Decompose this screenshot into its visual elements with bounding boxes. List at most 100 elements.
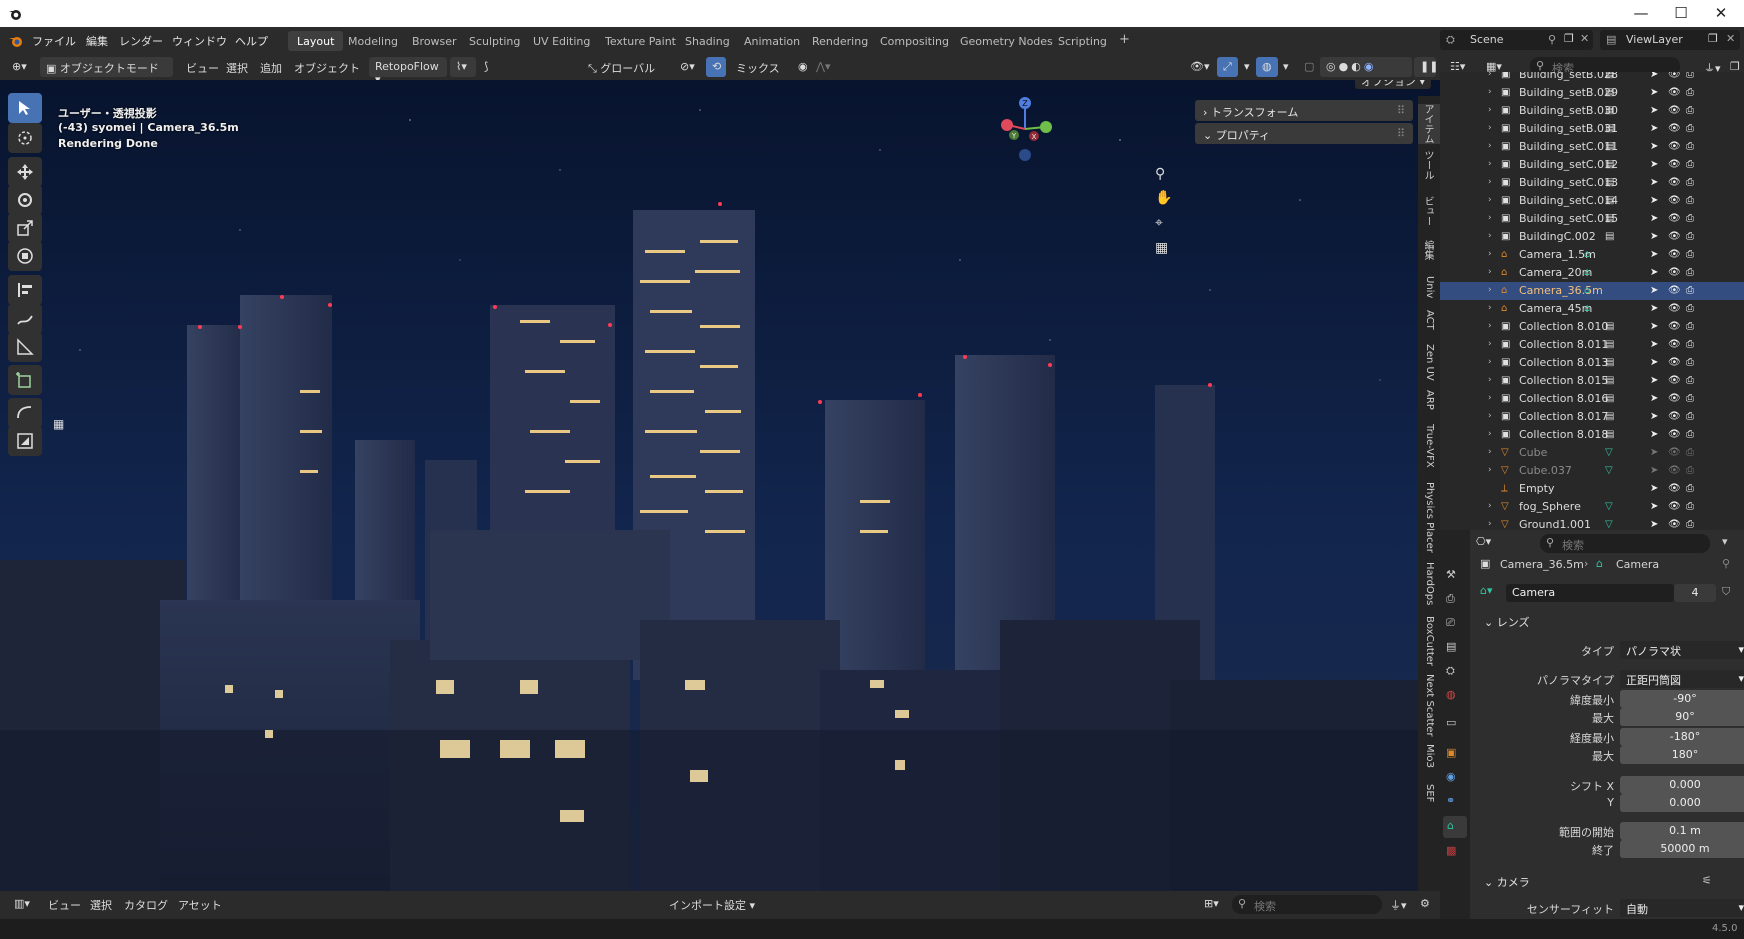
render-camera-icon[interactable]: ⎙ [1686,501,1698,513]
retopoflow-dropdown[interactable]: RetopoFlow ▾ [369,57,447,86]
visibility-icon[interactable]: 👁▾ [1184,57,1216,77]
outliner-row[interactable]: › ▣ BuildingC.002 ▤ ➤ 👁 ⎙ [1440,228,1744,246]
collection-tab-icon[interactable]: ▭ [1446,716,1456,729]
selectable-arrow-icon[interactable]: ➤ [1650,87,1662,99]
asset-menu-catalog[interactable]: カタログ [118,894,174,914]
tab-texture-paint[interactable]: Texture Paint [596,31,685,51]
longitude-max-field[interactable]: 180° [1620,746,1744,764]
render-camera-icon[interactable]: ⎙ [1686,447,1698,459]
fake-user-shield-icon[interactable]: ⛉ [1722,585,1730,599]
eye-visibility-icon[interactable]: 👁 [1668,465,1681,477]
expand-arrow-icon[interactable]: › [1488,72,1492,79]
render-camera-icon[interactable]: ⎙ [1686,303,1698,315]
eye-visibility-icon[interactable]: 👁 [1668,339,1681,351]
eye-visibility-icon[interactable]: 👁 [1668,159,1681,171]
add-workspace-icon[interactable]: + [1110,31,1139,51]
new-viewlayer-icon[interactable]: ❐ [1708,32,1718,45]
expand-arrow-icon[interactable]: › [1488,429,1492,439]
outliner-row[interactable]: › ⌂ Camera_20m ⌂ ➤ 👁 ⎙ [1440,264,1744,282]
eye-visibility-icon[interactable]: 👁 [1668,447,1681,459]
output-tab-icon[interactable]: ⎚ [1446,616,1455,630]
eye-visibility-icon[interactable]: 👁 [1668,483,1681,495]
render-camera-icon[interactable]: ⎙ [1686,177,1698,189]
tab-rendering[interactable]: Rendering [803,31,877,51]
latitude-min-field[interactable]: -90° [1620,690,1744,708]
delete-viewlayer-icon[interactable]: ✕ [1726,32,1735,45]
properties-search-field[interactable]: ⚲ 検索 [1540,534,1710,553]
overlay-dropdown-icon[interactable]: ▾ [1277,57,1295,77]
scene-tab-icon[interactable]: ⛭ [1446,664,1455,678]
expand-arrow-icon[interactable]: › [1488,177,1492,187]
rotate-tool[interactable] [8,185,42,215]
selectable-arrow-icon[interactable]: ➤ [1650,519,1662,530]
outliner-row[interactable]: › ⌂ Camera_1.5m ⌂ ➤ 👁 ⎙ [1440,246,1744,264]
expand-arrow-icon[interactable]: › [1488,501,1492,511]
eye-visibility-icon[interactable]: 👁 [1668,141,1681,153]
tab-uv-editing[interactable]: UV Editing [524,31,599,51]
expand-arrow-icon[interactable]: › [1488,87,1492,97]
outliner-row[interactable]: › ▽ Cube ▽ ➤ 👁 ⎙ [1440,444,1744,462]
render-camera-icon[interactable]: ⎙ [1686,519,1698,530]
viewlayer-selector[interactable]: ▤ ViewLayer ❐ ✕ [1600,30,1740,50]
menu-view[interactable]: ビュー [180,57,225,77]
add-cube-tool[interactable] [8,365,42,395]
eye-visibility-icon[interactable]: 👁 [1668,105,1681,117]
cursor-tool[interactable] [8,123,42,153]
expand-arrow-icon[interactable]: › [1488,267,1492,277]
boxcutter-tool[interactable] [8,426,42,456]
rendered-shading-icon[interactable]: ◉ [1364,60,1377,73]
outliner-row[interactable]: › ▽ fog_Sphere ▽ ➤ 👁 ⎙ [1440,498,1744,516]
sidebar-tab[interactable]: アイテム [1418,104,1440,144]
eye-visibility-icon[interactable]: 👁 [1668,249,1681,261]
select-tool[interactable] [8,93,42,123]
pin-icon[interactable]: ⚲ [1548,33,1556,46]
eye-visibility-icon[interactable]: 👁 [1668,429,1681,441]
outliner-row[interactable]: › ▣ Building_setB.028 ▤ ➤ 👁 ⎙ [1440,72,1744,84]
filter-icon[interactable]: ⏚▾ [1384,894,1413,914]
navigation-gizmo-icon[interactable]: Z X Y [990,94,1060,164]
outliner-row[interactable]: › ▣ Collection 8.010 ▤ ➤ 👁 ⎙ [1440,318,1744,336]
camera-presets-icon[interactable]: ⚟ [1702,874,1712,887]
outliner-row[interactable]: › ▣ Building_setB.030 ▤ ➤ 👁 ⎙ [1440,102,1744,120]
selectable-arrow-icon[interactable]: ➤ [1650,447,1662,459]
menu-render[interactable]: レンダー [119,33,163,49]
expand-arrow-icon[interactable]: › [1488,213,1492,223]
sidebar-tab[interactable]: MioЗ [1418,744,1440,778]
menu-object[interactable]: オブジェクト [288,57,366,77]
latitude-max-field[interactable]: 90° [1620,708,1744,726]
outliner-row[interactable]: › ▽ Ground1.001 ▽ ➤ 👁 ⎙ [1440,516,1744,530]
eye-visibility-icon[interactable]: 👁 [1668,87,1681,99]
render-camera-icon[interactable]: ⎙ [1686,72,1698,81]
properties-options-icon[interactable]: ▾ [1722,535,1728,548]
import-settings-dropdown[interactable]: インポート設定 ▾ [663,894,761,914]
blender-menu-icon[interactable] [8,33,24,49]
render-camera-icon[interactable]: ⎙ [1686,339,1698,351]
sidebar-tab[interactable]: Univ [1418,276,1440,304]
render-camera-icon[interactable]: ⎙ [1686,393,1698,405]
outliner-row[interactable]: › ▣ Collection 8.016 ▤ ➤ 👁 ⎙ [1440,390,1744,408]
falloff-icon[interactable]: ⋀▾ [810,57,837,77]
expand-arrow-icon[interactable]: › [1488,339,1492,349]
asset-search-field[interactable]: ⚲ 検索 [1232,895,1382,914]
selectable-arrow-icon[interactable]: ➤ [1650,249,1662,261]
curve-tool[interactable] [8,398,42,428]
3d-viewport[interactable]: ユーザー・透視投影 (-43) syomei | Camera_36.5m Re… [0,80,1440,891]
eye-visibility-icon[interactable]: 👁 [1668,501,1681,513]
expand-arrow-icon[interactable]: › [1488,411,1492,421]
outliner-row[interactable]: › ▣ Building_setC.011 ▤ ➤ 👁 ⎙ [1440,138,1744,156]
selectable-arrow-icon[interactable]: ➤ [1650,375,1662,387]
sidebar-tab[interactable]: ツール [1418,150,1440,190]
outliner-row[interactable]: › ▣ Collection 8.013 ▤ ➤ 👁 ⎙ [1440,354,1744,372]
material-shading-icon[interactable]: ◐ [1351,60,1364,73]
gizmo-dropdown-icon[interactable]: ▾ [1238,57,1256,77]
menu-edit[interactable]: 編集 [86,33,108,49]
scale-tool[interactable] [8,213,42,243]
selectable-arrow-icon[interactable]: ➤ [1650,429,1662,441]
expand-arrow-icon[interactable]: › [1488,321,1492,331]
eye-visibility-icon[interactable]: 👁 [1668,357,1681,369]
xray-icon[interactable]: ▢ [1298,57,1320,77]
expand-arrow-icon[interactable]: › [1488,123,1492,133]
datablock-name-field[interactable]: Camera [1506,584,1674,602]
constraints-tab-icon[interactable]: ⚭ [1446,794,1455,807]
render-camera-icon[interactable]: ⎙ [1686,375,1698,387]
